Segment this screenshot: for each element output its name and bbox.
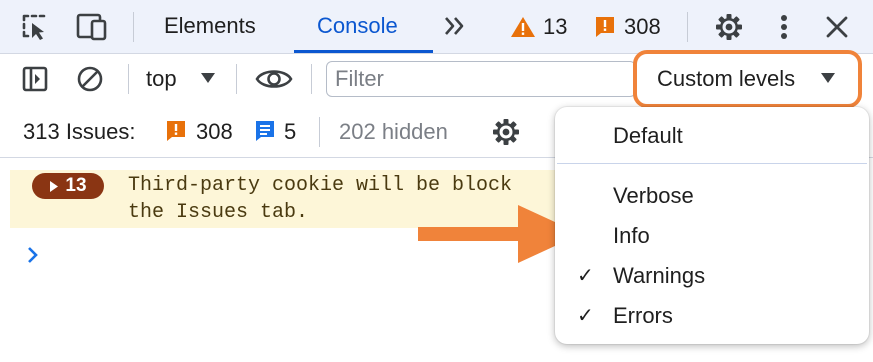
message-text-line-2: the Issues tab. [128,201,309,224]
issue-error-icon[interactable] [164,119,188,143]
more-options-icon[interactable] [772,10,796,44]
menu-item-warnings[interactable]: Warnings [613,265,705,287]
console-prompt-chevron-icon[interactable] [26,245,42,265]
issue-info-icon[interactable] [253,119,277,143]
triangle-down-icon [201,73,215,83]
toolbar-divider [236,64,237,94]
toolbar-divider [687,12,688,42]
repeat-count-badge[interactable]: 13 [32,173,104,199]
error-issue-icon[interactable] [593,15,617,39]
inspect-element-icon[interactable] [18,10,52,44]
log-levels-menu: Default Verbose Info ✓ Warnings ✓ Errors [555,107,869,344]
menu-item-errors[interactable]: Errors [613,305,673,327]
device-toolbar-icon[interactable] [74,10,110,44]
active-tab-indicator [294,50,433,53]
check-icon: ✓ [577,265,594,287]
sidebar-toggle-icon[interactable] [20,64,50,94]
tab-elements[interactable]: Elements [164,15,256,37]
gear-icon[interactable] [712,10,746,44]
console-settings-gear-icon[interactable] [490,116,522,148]
toolbar-divider [128,64,129,94]
clear-console-icon[interactable] [75,64,105,94]
issues-label[interactable]: 313 Issues: [23,121,136,143]
context-selector[interactable]: top [146,66,222,94]
menu-item-info[interactable]: Info [613,225,650,247]
warning-icon[interactable] [510,15,536,39]
triangle-right-icon [50,180,59,192]
context-label: top [146,66,177,91]
tab-console[interactable]: Console [317,15,398,37]
menu-item-default[interactable]: Default [613,125,683,147]
errors-count[interactable]: 308 [624,16,661,38]
eye-icon[interactable] [254,64,294,94]
warnings-count[interactable]: 13 [543,16,567,38]
menu-item-verbose[interactable]: Verbose [613,185,694,207]
annotation-highlight-box [633,50,862,108]
double-chevron-icon[interactable] [441,12,469,40]
toolbar-divider [133,12,134,42]
close-icon[interactable] [822,12,852,42]
toolbar-divider [319,117,320,147]
repeat-count: 13 [65,175,87,196]
hidden-count-label: 202 hidden [339,119,448,144]
check-icon: ✓ [577,305,594,327]
menu-divider [557,163,867,164]
issue-error-count[interactable]: 308 [196,121,233,143]
issue-info-count[interactable]: 5 [284,121,296,143]
toolbar-divider [311,64,312,94]
message-text-line-1: Third-party cookie will be block [128,174,513,197]
filter-input[interactable] [327,62,617,96]
filter-field[interactable] [326,61,636,97]
